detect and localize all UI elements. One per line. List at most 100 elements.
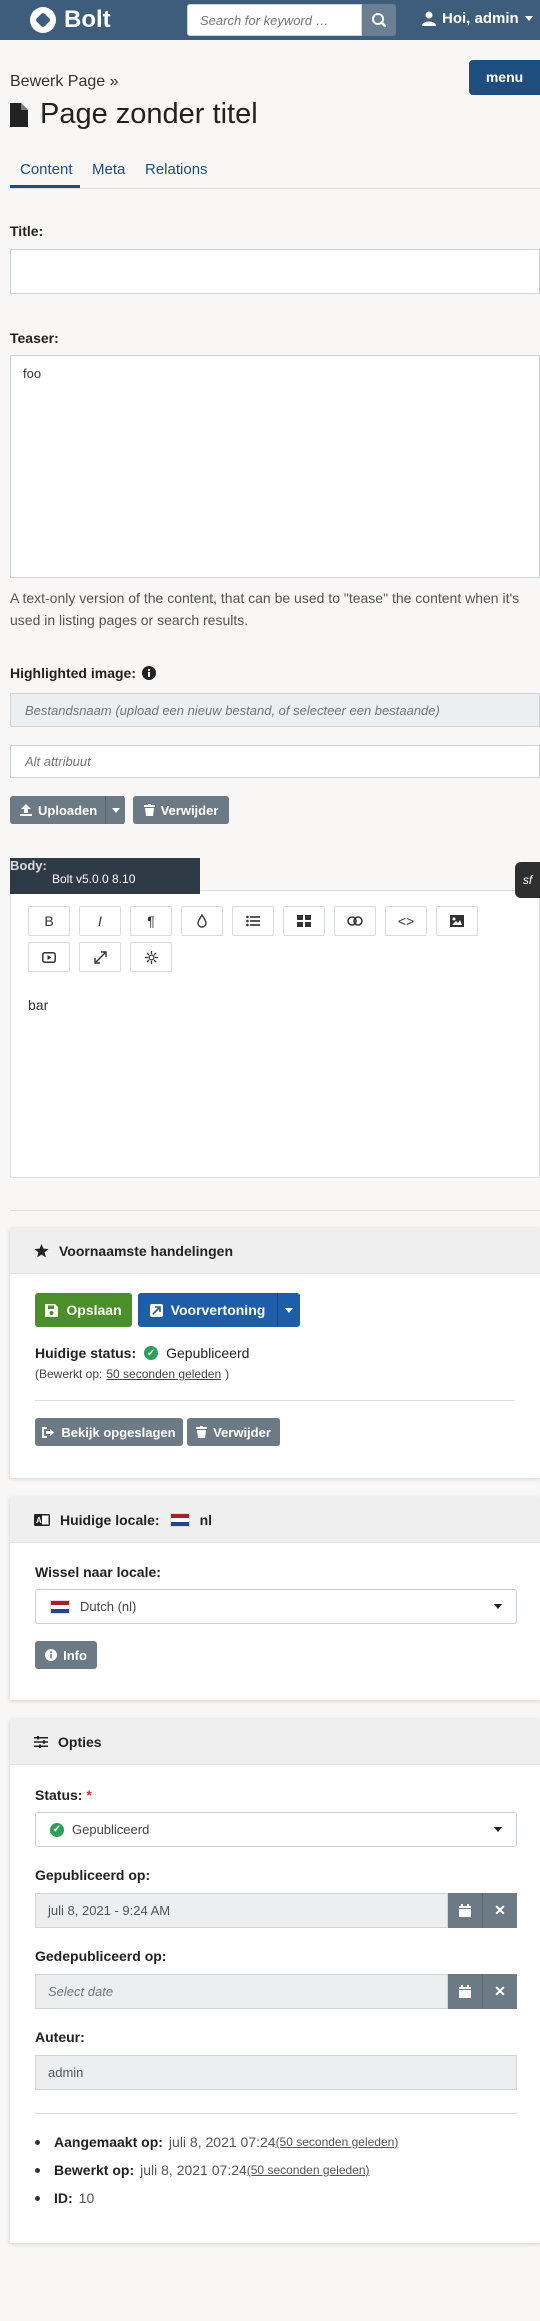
tab-meta[interactable]: Meta [92, 161, 125, 178]
meta-created: Aangemaakt op: juli 8, 2021 07:24 (50 se… [35, 2134, 398, 2150]
chevron-down-icon [285, 1307, 293, 1313]
options-card-header: Opties [10, 1719, 540, 1765]
breadcrumb[interactable]: Bewerk Page » [10, 73, 119, 91]
author-label: Auteur: [35, 2029, 85, 2045]
depublished-date-input[interactable] [35, 1974, 448, 2009]
language-icon: A [34, 1513, 50, 1526]
bolt-logo[interactable]: Bolt [30, 6, 111, 34]
bolt-logo-icon [30, 7, 56, 33]
info-icon [45, 1649, 58, 1661]
fullscreen-button[interactable] [79, 942, 121, 972]
actions-card-title: Voornaamste handelingen [59, 1242, 233, 1259]
fullscreen-icon [93, 950, 107, 964]
locale-card-header: A Huidige locale: nl [10, 1497, 540, 1543]
preview-button[interactable]: Voorvertoning [138, 1293, 277, 1327]
body-label: Body: [10, 858, 47, 873]
dutch-flag-icon [50, 1599, 70, 1614]
video-button[interactable] [28, 942, 70, 972]
edited-relative-time: 50 seconden geleden [106, 1367, 222, 1381]
table-icon [297, 915, 311, 927]
status-label: Huidige status: [35, 1345, 137, 1361]
depublished-clear-button[interactable]: ✕ [482, 1974, 517, 2009]
switch-locale-label: Wissel naar locale: [35, 1564, 161, 1580]
section-divider [10, 1210, 540, 1211]
teaser-textarea[interactable]: foo [10, 355, 540, 578]
image-button[interactable] [436, 906, 478, 936]
chevron-down-icon [494, 1827, 502, 1832]
info-icon[interactable] [142, 666, 156, 680]
svg-text:A: A [36, 1516, 42, 1525]
title-label: Title: [10, 223, 44, 239]
status-select-label: Status: * [35, 1787, 92, 1803]
published-clear-button[interactable]: ✕ [482, 1893, 517, 1928]
table-button[interactable] [283, 906, 325, 936]
dutch-flag-icon [169, 1512, 190, 1527]
depublished-calendar-button[interactable] [448, 1974, 482, 2009]
delete-label: Verwijder [213, 1424, 271, 1440]
actions-divider [35, 1400, 515, 1401]
sign-out-icon [42, 1426, 55, 1438]
tab-content[interactable]: Content [20, 161, 73, 178]
show-blocks-button[interactable] [130, 942, 172, 972]
title-input[interactable] [10, 249, 540, 294]
symfony-toolbar-toggle[interactable]: sf [515, 862, 540, 898]
menu-button[interactable]: menu [469, 60, 540, 95]
save-button[interactable]: Opslaan [35, 1293, 132, 1327]
meta-id: ID: 10 [35, 2190, 94, 2206]
locale-info-label: Info [63, 1647, 87, 1663]
code-button[interactable]: <> [385, 906, 427, 936]
editor-toolbar-row-1: B I ¶ <> [28, 906, 478, 936]
bullet-list-icon [246, 915, 260, 927]
editor-toolbar-row-2 [28, 942, 172, 972]
link-button[interactable] [334, 906, 376, 936]
image-alt-input[interactable] [10, 745, 540, 778]
image-filename-input[interactable] [10, 693, 540, 727]
meta-edited: Bewerkt op: juli 8, 2021 07:24 (50 secon… [35, 2162, 370, 2178]
user-menu[interactable]: Hoi, admin [422, 10, 533, 27]
paragraph-button[interactable]: ¶ [130, 906, 172, 936]
debug-toolbar[interactable]: Body: Bolt v5.0.0 8.10 [10, 858, 200, 894]
locale-select[interactable]: Dutch (nl) [35, 1589, 517, 1624]
published-date-input[interactable]: juli 8, 2021 - 9:24 AM [35, 1893, 448, 1928]
calendar-icon [459, 1985, 471, 1998]
drop-icon [197, 914, 207, 928]
search-input[interactable] [187, 4, 362, 36]
required-mark: * [86, 1787, 92, 1803]
preview-dropdown-toggle[interactable] [277, 1293, 300, 1327]
preview-label: Voorvertoning [170, 1302, 266, 1318]
upload-dropdown-toggle[interactable] [105, 796, 125, 824]
status-row: Huidige status: ✓ Gepubliceerd [35, 1345, 249, 1361]
chevron-down-icon [494, 1604, 502, 1609]
link-icon [347, 916, 363, 926]
color-button[interactable] [181, 906, 223, 936]
body-content[interactable]: bar [28, 997, 48, 1013]
locale-info-button[interactable]: Info [35, 1641, 97, 1669]
bolt-version: Bolt v5.0.0 8.10 [52, 872, 136, 886]
tabs-divider [10, 188, 540, 189]
published-calendar-button[interactable] [448, 1893, 482, 1928]
italic-button[interactable]: I [79, 906, 121, 936]
chevron-down-icon [524, 16, 533, 21]
floppy-icon [45, 1303, 59, 1317]
save-label: Opslaan [66, 1302, 122, 1318]
options-card-title: Opties [58, 1733, 102, 1750]
locale-option: Dutch (nl) [50, 1599, 136, 1614]
search-button[interactable] [362, 4, 396, 36]
view-saved-button[interactable]: Bekijk opgeslagen [35, 1418, 183, 1446]
image-label-row: Highlighted image: [10, 665, 156, 681]
teaser-hint: A text-only version of the content, that… [10, 590, 520, 628]
brand-name: Bolt [64, 6, 111, 33]
user-label: Hoi, admin [442, 10, 519, 27]
teaser-label: Teaser: [10, 330, 59, 346]
tab-relations[interactable]: Relations [145, 161, 208, 178]
bold-button[interactable]: B [28, 906, 70, 936]
upload-icon [20, 804, 32, 816]
bullet-list-button[interactable] [232, 906, 274, 936]
delete-button[interactable]: Verwijder [187, 1418, 280, 1446]
status-option-label: Gepubliceerd [72, 1822, 150, 1837]
status-select[interactable]: ✓ Gepubliceerd [35, 1812, 517, 1847]
remove-image-button[interactable]: Verwijder [133, 796, 229, 824]
video-icon [42, 951, 56, 963]
view-saved-label: Bekijk opgeslagen [61, 1424, 176, 1440]
locale-card-title: Huidige locale: [60, 1511, 160, 1528]
